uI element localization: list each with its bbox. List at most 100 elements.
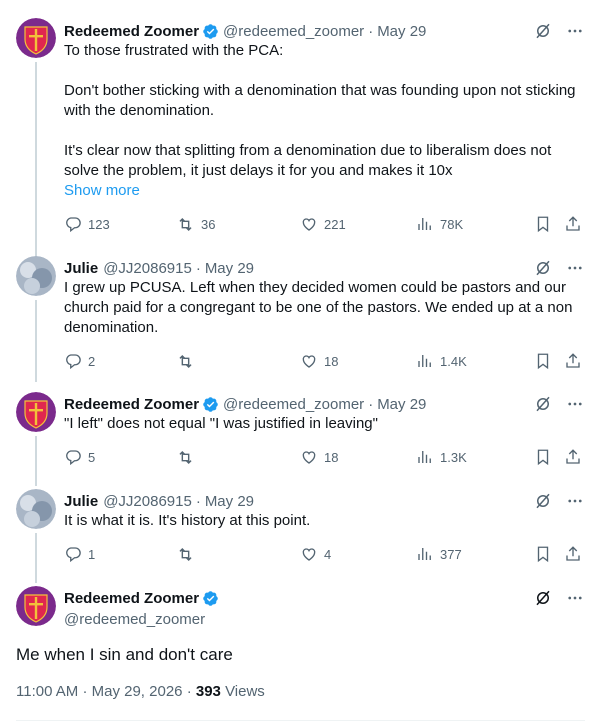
more-icon[interactable] [565, 588, 585, 608]
like-count: 221 [324, 216, 346, 232]
retweet-button[interactable] [176, 448, 195, 467]
avatar-julie[interactable] [16, 256, 56, 296]
handle[interactable]: @redeemed_zoomer [64, 611, 205, 628]
more-icon[interactable] [565, 491, 585, 511]
views-icon [416, 545, 434, 563]
reply-button[interactable]: 2 [64, 352, 95, 370]
timestamp[interactable]: May 29 [205, 260, 254, 277]
bookmark-button[interactable] [534, 448, 552, 466]
like-button[interactable]: 18 [300, 352, 338, 370]
reply-count: 1 [88, 546, 96, 562]
bookmark-button[interactable] [534, 545, 552, 563]
bookmark-icon [534, 545, 552, 563]
grok-icon[interactable] [533, 394, 553, 414]
share-button[interactable] [564, 352, 582, 370]
like-icon [300, 545, 318, 563]
views-count: 393 [195, 683, 221, 700]
avatar-image [16, 18, 56, 58]
tweet-3[interactable]: Redeemed Zoomer @redeemed_zoomer · May 2… [0, 390, 601, 486]
verified-icon [202, 396, 219, 413]
like-button[interactable]: 18 [300, 448, 338, 466]
retweet-button[interactable] [176, 545, 195, 564]
handle[interactable]: @JJ2086915 [103, 260, 192, 277]
tweet-header: Redeemed Zoomer @redeemed_zoomer · May 2… [64, 20, 426, 42]
tweet-text: "I left" does not equal "I was justified… [64, 415, 378, 432]
tweet-4[interactable]: Julie @JJ2086915 · May 29 It is what it … [0, 487, 601, 583]
tweet-meta: 11:00 AM · May 29, 2026 · 393 Views [16, 683, 265, 700]
tweet-header: Julie @JJ2086915 · May 29 [64, 257, 254, 279]
avatar-redeemed-zoomer[interactable] [16, 392, 56, 432]
avatar-image [16, 256, 56, 296]
like-button[interactable]: 4 [300, 545, 331, 563]
tweet-paragraph: Don't bother sticking with a denominatio… [64, 82, 576, 119]
main-tweet: Redeemed Zoomer @redeemed_zoomer Me when… [0, 584, 601, 723]
display-name[interactable]: Julie [64, 493, 98, 510]
grok-icon[interactable] [533, 588, 553, 608]
share-button[interactable] [564, 215, 582, 233]
retweet-button[interactable] [176, 352, 195, 371]
timestamp[interactable]: May 29 [377, 396, 426, 413]
handle-row: @redeemed_zoomer [64, 608, 205, 630]
post-date[interactable]: May 29, 2026 [92, 683, 183, 700]
avatar-image [16, 392, 56, 432]
separator: · [368, 395, 374, 413]
more-icon[interactable] [565, 258, 585, 278]
handle[interactable]: @redeemed_zoomer [223, 396, 364, 413]
timestamp[interactable]: May 29 [205, 493, 254, 510]
views-button[interactable]: 377 [416, 545, 462, 563]
views-button[interactable]: 78K [416, 215, 463, 233]
retweet-button[interactable]: 36 [176, 215, 215, 234]
timestamp[interactable]: May 29 [377, 23, 426, 40]
main-tweet-text: Me when I sin and don't care [16, 645, 233, 664]
display-name[interactable]: Redeemed Zoomer [64, 590, 199, 607]
display-name[interactable]: Redeemed Zoomer [64, 396, 199, 413]
reply-count: 123 [88, 216, 110, 232]
show-more-link[interactable]: Show more [64, 182, 140, 199]
views-button[interactable]: 1.3K [416, 448, 467, 466]
grok-icon[interactable] [533, 21, 553, 41]
display-name[interactable]: Julie [64, 260, 98, 277]
share-button[interactable] [564, 545, 582, 563]
share-button[interactable] [564, 448, 582, 466]
reply-button[interactable]: 5 [64, 448, 95, 466]
tweet-2[interactable]: Julie @JJ2086915 · May 29 I grew up PCUS… [0, 254, 601, 382]
tweet-text: To those frustrated with the PCA: Don't … [64, 41, 584, 181]
like-count: 18 [324, 353, 339, 369]
tweet-actions: 2 18 1.4K [64, 352, 586, 372]
like-count: 4 [324, 546, 332, 562]
reply-button[interactable]: 1 [64, 545, 95, 563]
avatar-julie[interactable] [16, 489, 56, 529]
views-label: Views [225, 683, 265, 700]
reply-icon [64, 215, 82, 233]
thread-line [35, 533, 37, 583]
handle[interactable]: @redeemed_zoomer [223, 23, 364, 40]
views-icon [416, 448, 434, 466]
retweet-icon [176, 545, 195, 564]
like-button[interactable]: 221 [300, 215, 346, 233]
header-actions [533, 258, 585, 278]
tweet-1[interactable]: Redeemed Zoomer @redeemed_zoomer · May 2… [0, 16, 601, 262]
grok-icon[interactable] [533, 491, 553, 511]
header-actions [533, 394, 585, 414]
more-icon[interactable] [565, 394, 585, 414]
display-name[interactable]: Redeemed Zoomer [64, 23, 199, 40]
more-icon[interactable] [565, 21, 585, 41]
post-time[interactable]: 11:00 AM [16, 683, 78, 700]
thread-line [35, 436, 37, 486]
tweet-text: I grew up PCUSA. Left when they decided … [64, 279, 573, 336]
bookmark-button[interactable] [534, 215, 552, 233]
separator: · [195, 492, 201, 510]
avatar-redeemed-zoomer[interactable] [16, 586, 56, 626]
reply-button[interactable]: 123 [64, 215, 110, 233]
handle[interactable]: @JJ2086915 [103, 493, 192, 510]
views-button[interactable]: 1.4K [416, 352, 467, 370]
header-actions [533, 21, 585, 41]
bookmark-button[interactable] [534, 352, 552, 370]
share-icon [564, 352, 582, 370]
tweet-header: Julie @JJ2086915 · May 29 [64, 490, 254, 512]
avatar-redeemed-zoomer[interactable] [16, 18, 56, 58]
tweet-header: Redeemed Zoomer [64, 587, 223, 609]
reply-icon [64, 545, 82, 563]
grok-icon[interactable] [533, 258, 553, 278]
tweet-text: It is what it is. It's history at this p… [64, 512, 311, 529]
